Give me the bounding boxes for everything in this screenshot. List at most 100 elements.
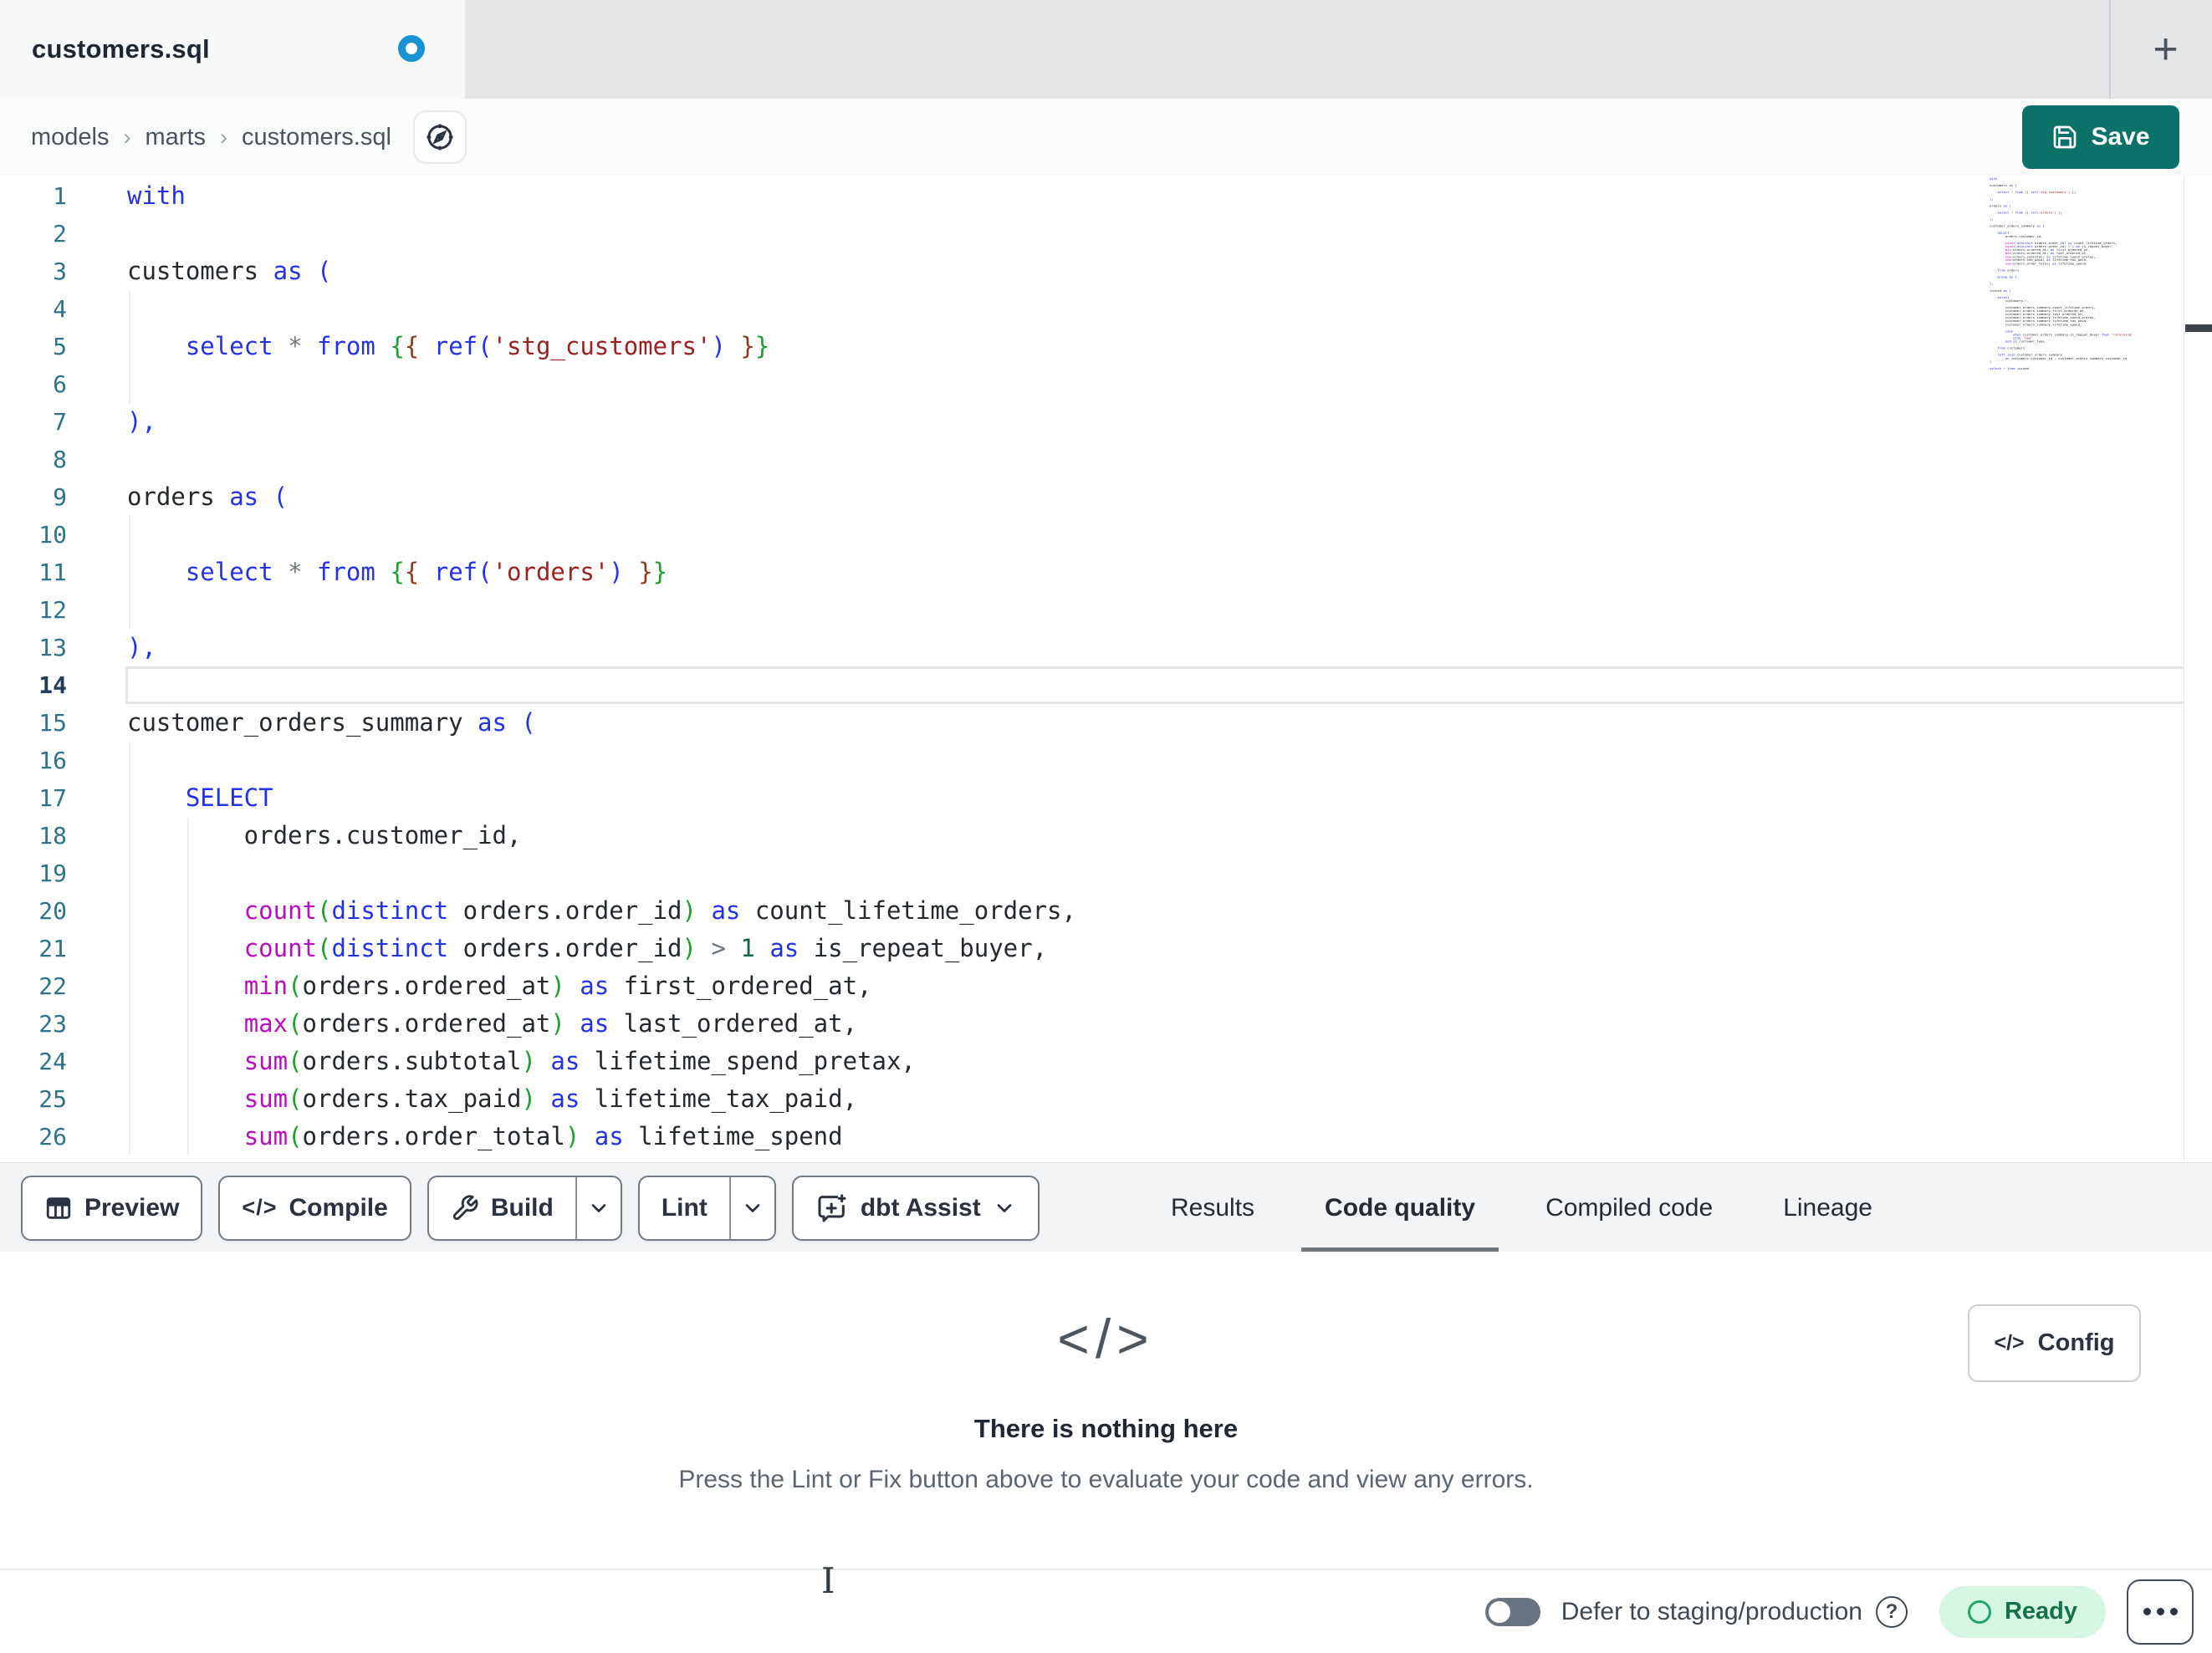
config-button[interactable]: </> Config [1968, 1304, 2141, 1382]
code-line[interactable]: 12 [0, 591, 2212, 629]
code-line[interactable]: 4 [0, 290, 2212, 328]
help-icon[interactable]: ? [1875, 1595, 1908, 1628]
line-content[interactable]: ), [67, 403, 2212, 441]
code-line[interactable]: 10 [0, 516, 2212, 554]
editor-minimap[interactable]: with customers as ( select * from {{ ref… [1990, 177, 2133, 370]
file-tab[interactable]: customers.sql [0, 0, 465, 99]
build-menu-button[interactable] [575, 1176, 621, 1239]
code-line[interactable]: 17 SELECT [0, 779, 2212, 817]
line-number[interactable]: 5 [0, 328, 67, 365]
line-content[interactable] [67, 365, 2212, 403]
preview-button[interactable]: Preview [21, 1175, 203, 1241]
code-line[interactable]: 9 orders as ( [0, 478, 2212, 516]
code-line[interactable]: 6 [0, 365, 2212, 403]
line-content[interactable]: sum(orders.tax_paid) as lifetime_tax_pai… [67, 1080, 2212, 1118]
line-number[interactable]: 16 [0, 742, 67, 779]
line-number[interactable]: 2 [0, 215, 67, 253]
line-number[interactable]: 7 [0, 403, 67, 441]
line-number[interactable]: 17 [0, 779, 67, 817]
code-line[interactable]: 26 sum(orders.order_total) as lifetime_s… [0, 1118, 2212, 1156]
code-line[interactable]: 25 sum(orders.tax_paid) as lifetime_tax_… [0, 1080, 2212, 1118]
code-line[interactable]: 24 sum(orders.subtotal) as lifetime_spen… [0, 1043, 2212, 1080]
line-number[interactable]: 9 [0, 478, 67, 516]
line-number[interactable]: 3 [0, 253, 67, 290]
line-number[interactable]: 25 [0, 1080, 67, 1118]
code-line[interactable]: 1 with [0, 177, 2212, 215]
line-content[interactable]: customers as ( [67, 253, 2212, 290]
defer-toggle[interactable] [1484, 1597, 1540, 1626]
line-number[interactable]: 14 [0, 666, 67, 704]
line-content[interactable]: orders.customer_id, [67, 817, 2212, 855]
line-number[interactable]: 8 [0, 441, 67, 478]
line-number[interactable]: 22 [0, 967, 67, 1005]
line-content[interactable] [67, 591, 2212, 629]
line-content[interactable] [67, 215, 2212, 253]
line-content[interactable]: select * from {{ ref('orders') }} [67, 554, 2212, 591]
code-editor[interactable]: 1 with 2 3 customers as (4 5 select * from {{… [0, 176, 2212, 1162]
line-content[interactable] [67, 290, 2212, 328]
line-content[interactable]: sum(orders.subtotal) as lifetime_spend_p… [67, 1043, 2212, 1080]
line-content[interactable]: count(distinct orders.order_id) > 1 as i… [67, 930, 2212, 967]
line-content[interactable]: sum(orders.order_total) as lifetime_spen… [67, 1118, 2212, 1156]
code-line[interactable]: 3 customers as ( [0, 253, 2212, 290]
line-number[interactable]: 11 [0, 554, 67, 591]
dbt-assist-button[interactable]: dbt Assist [791, 1175, 1040, 1241]
line-content[interactable]: count(distinct orders.order_id) as count… [67, 892, 2212, 930]
line-content[interactable] [67, 516, 2212, 554]
code-line[interactable]: 14 [0, 666, 2212, 704]
code-line[interactable]: 11 select * from {{ ref('orders') }} [0, 554, 2212, 591]
line-content[interactable]: SELECT [67, 779, 2212, 817]
line-number[interactable]: 20 [0, 892, 67, 930]
line-content[interactable]: orders as ( [67, 478, 2212, 516]
code-line[interactable]: 2 [0, 215, 2212, 253]
line-number[interactable]: 15 [0, 704, 67, 742]
breadcrumb-item[interactable]: marts [146, 124, 207, 151]
code-line[interactable]: 13), [0, 629, 2212, 666]
code-line[interactable]: 20 count(distinct orders.order_id) as co… [0, 892, 2212, 930]
line-number[interactable]: 23 [0, 1005, 67, 1043]
breadcrumb-item[interactable]: models [31, 124, 110, 151]
build-button[interactable]: Build [429, 1177, 575, 1239]
line-number[interactable]: 1 [0, 177, 67, 215]
save-button[interactable]: Save [2022, 105, 2179, 169]
line-content[interactable] [67, 855, 2212, 892]
line-number[interactable]: 21 [0, 930, 67, 967]
line-number[interactable]: 13 [0, 629, 67, 666]
file-navigator-button[interactable] [412, 110, 467, 164]
new-tab-button[interactable]: + [2119, 0, 2212, 99]
line-number[interactable]: 6 [0, 365, 67, 403]
code-line[interactable]: 21 count(distinct orders.order_id) > 1 a… [0, 930, 2212, 967]
tab-code-quality[interactable]: Code quality [1301, 1163, 1499, 1253]
tab-compiled-code[interactable]: Compiled code [1545, 1163, 1713, 1253]
line-number[interactable]: 10 [0, 516, 67, 554]
code-line[interactable]: 18 orders.customer_id, [0, 817, 2212, 855]
lint-button[interactable]: Lint [640, 1177, 729, 1239]
scrollbar-thumb[interactable] [2185, 324, 2212, 332]
line-content[interactable]: min(orders.ordered_at) as first_ordered_… [67, 967, 2212, 1005]
compile-button[interactable]: </> Compile [218, 1175, 411, 1241]
line-content[interactable]: customer_orders_summary as ( [67, 704, 2212, 742]
line-content[interactable]: select * from {{ ref('stg_customers') }} [67, 328, 2212, 365]
lint-menu-button[interactable] [728, 1176, 774, 1239]
code-line[interactable]: 7), [0, 403, 2212, 441]
overflow-menu-button[interactable] [2127, 1579, 2194, 1645]
code-line[interactable]: 22 min(orders.ordered_at) as first_order… [0, 967, 2212, 1005]
line-content[interactable]: ), [67, 629, 2212, 666]
code-line[interactable]: 5 select * from {{ ref('stg_customers') … [0, 328, 2212, 365]
code-line[interactable]: 8 [0, 441, 2212, 478]
line-number[interactable]: 26 [0, 1118, 67, 1156]
code-line[interactable]: 23 max(orders.ordered_at) as last_ordere… [0, 1005, 2212, 1043]
line-content[interactable]: with [67, 177, 2212, 215]
tab-lineage[interactable]: Lineage [1783, 1163, 1872, 1253]
code-line[interactable]: 19 [0, 855, 2212, 892]
line-number[interactable]: 24 [0, 1043, 67, 1080]
line-number[interactable]: 19 [0, 855, 67, 892]
code-line[interactable]: 15 customer_orders_summary as ( [0, 704, 2212, 742]
line-number[interactable]: 18 [0, 817, 67, 855]
code-line[interactable]: 16 [0, 742, 2212, 779]
line-content[interactable]: max(orders.ordered_at) as last_ordered_a… [67, 1005, 2212, 1043]
line-content[interactable] [67, 441, 2212, 478]
line-content[interactable] [67, 742, 2212, 779]
breadcrumb-item[interactable]: customers.sql [242, 124, 391, 151]
tab-results[interactable]: Results [1171, 1163, 1254, 1253]
